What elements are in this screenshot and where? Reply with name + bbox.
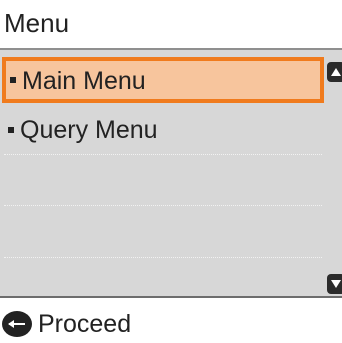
menu-item-main-menu[interactable]: Main Menu [2,57,324,103]
scroll-down-icon[interactable] [327,274,342,294]
menu-divider [4,257,322,258]
bullet-icon [8,127,14,133]
menu-list: Main Menu Query Menu [0,50,342,298]
menu-screen: Menu Main Menu Query Menu Proceed [0,0,342,343]
page-title: Menu [4,8,70,38]
scroll-up-icon[interactable] [327,62,342,82]
menu-item-label: Query Menu [20,116,158,144]
header: Menu [0,0,342,50]
proceed-button[interactable]: Proceed [2,308,131,340]
menu-divider [4,205,322,206]
menu-divider [4,154,322,155]
menu-item-query-menu[interactable]: Query Menu [0,105,324,157]
bullet-icon [10,77,16,83]
enter-icon [2,311,32,337]
proceed-label: Proceed [38,310,132,338]
footer: Proceed [0,298,342,343]
menu-item-label: Main Menu [22,67,146,95]
